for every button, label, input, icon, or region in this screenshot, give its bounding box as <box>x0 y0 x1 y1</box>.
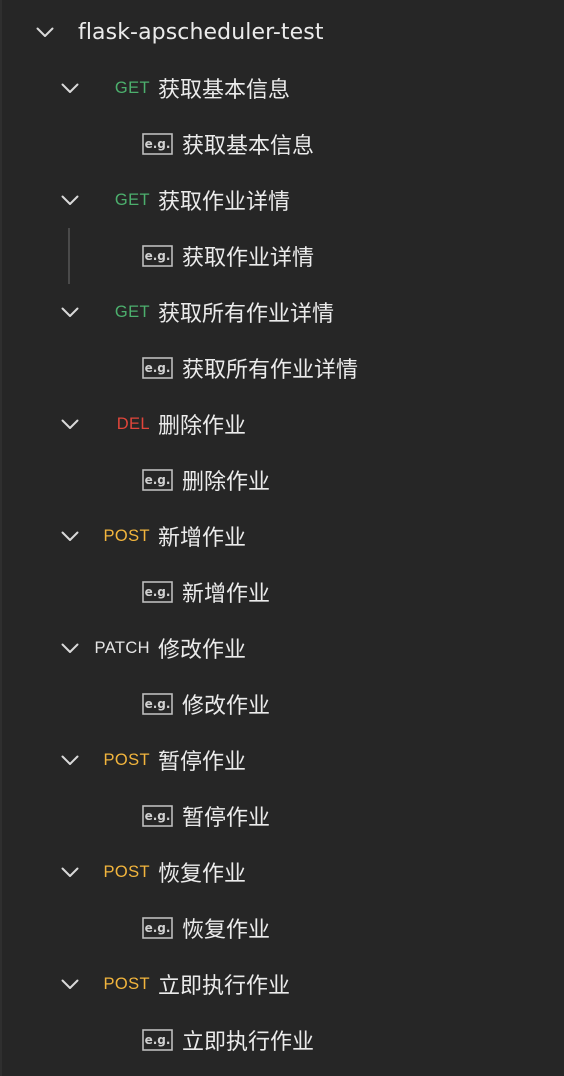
example-icon: e.g. <box>142 245 173 267</box>
example-badge-text: e.g. <box>145 249 171 263</box>
example-name: 暂停作业 <box>182 806 271 831</box>
method-badge: POST <box>103 750 150 769</box>
chevron-down-icon[interactable] <box>60 305 80 319</box>
collection-name: flask-apscheduler-test <box>78 19 324 45</box>
example-row[interactable]: e.g. 获取作业详情 <box>0 228 564 284</box>
chevron-down-icon[interactable] <box>60 417 80 431</box>
method-badge: GET <box>114 78 150 97</box>
request-row[interactable]: POST 新增作业 <box>0 508 564 564</box>
request-name: 新增作业 <box>158 526 247 551</box>
example-badge-text: e.g. <box>145 585 171 599</box>
chevron-down-icon[interactable] <box>60 193 80 207</box>
example-row[interactable]: e.g. 暂停作业 <box>0 788 564 844</box>
example-icon: e.g. <box>142 693 173 715</box>
example-name: 修改作业 <box>182 694 271 719</box>
example-name: 新增作业 <box>182 582 271 607</box>
example-row[interactable]: e.g. 立即执行作业 <box>0 1012 564 1068</box>
method-badge: POST <box>103 862 150 881</box>
example-badge-text: e.g. <box>145 809 171 823</box>
request-row[interactable]: GET 获取作业详情 <box>0 172 564 228</box>
example-badge-text: e.g. <box>145 137 171 151</box>
example-name: 获取基本信息 <box>182 134 315 159</box>
request-name: 获取基本信息 <box>158 78 291 103</box>
example-badge-text: e.g. <box>145 697 171 711</box>
example-icon: e.g. <box>142 357 173 379</box>
example-name: 恢复作业 <box>182 918 271 943</box>
request-row[interactable]: POST 立即执行作业 <box>0 956 564 1012</box>
example-icon: e.g. <box>142 917 173 939</box>
request-name: 删除作业 <box>158 414 247 439</box>
request-row[interactable]: POST 暂停作业 <box>0 732 564 788</box>
chevron-down-icon[interactable] <box>60 865 80 879</box>
request-name: 修改作业 <box>158 638 247 663</box>
example-name: 获取作业详情 <box>182 246 315 271</box>
request-name: 暂停作业 <box>158 750 247 775</box>
request-row[interactable]: POST 恢复作业 <box>0 844 564 900</box>
example-row[interactable]: e.g. 获取所有作业详情 <box>0 340 564 396</box>
chevron-down-icon[interactable] <box>60 977 80 991</box>
method-badge: POST <box>103 974 150 993</box>
collection-row[interactable]: flask-apscheduler-test <box>0 4 564 60</box>
method-badge: DEL <box>116 414 150 433</box>
request-name: 恢复作业 <box>158 862 247 887</box>
example-icon: e.g. <box>142 805 173 827</box>
example-icon: e.g. <box>142 469 173 491</box>
chevron-down-icon[interactable] <box>35 25 55 39</box>
request-name: 立即执行作业 <box>158 974 291 999</box>
example-name: 获取所有作业详情 <box>182 358 359 383</box>
method-badge: GET <box>114 302 150 321</box>
example-name: 删除作业 <box>182 470 271 495</box>
request-row[interactable]: DEL 删除作业 <box>0 396 564 452</box>
request-row[interactable]: GET 获取基本信息 <box>0 60 564 116</box>
example-badge-text: e.g. <box>145 1033 171 1047</box>
example-row[interactable]: e.g. 新增作业 <box>0 564 564 620</box>
example-icon: e.g. <box>142 581 173 603</box>
request-row[interactable]: PATCH 修改作业 <box>0 620 564 676</box>
request-name: 获取作业详情 <box>158 190 291 215</box>
method-badge: GET <box>114 190 150 209</box>
chevron-down-icon[interactable] <box>60 753 80 767</box>
example-badge-text: e.g. <box>145 473 171 487</box>
example-icon: e.g. <box>142 133 173 155</box>
request-row[interactable]: GET 获取所有作业详情 <box>0 284 564 340</box>
example-icon: e.g. <box>142 1029 173 1051</box>
method-badge: PATCH <box>94 638 150 657</box>
chevron-down-icon[interactable] <box>60 81 80 95</box>
example-row[interactable]: e.g. 修改作业 <box>0 676 564 732</box>
chevron-down-icon[interactable] <box>60 529 80 543</box>
request-name: 获取所有作业详情 <box>158 302 335 327</box>
example-row[interactable]: e.g. 恢复作业 <box>0 900 564 956</box>
example-row[interactable]: e.g. 删除作业 <box>0 452 564 508</box>
example-row[interactable]: e.g. 获取基本信息 <box>0 116 564 172</box>
method-badge: POST <box>103 526 150 545</box>
example-badge-text: e.g. <box>145 921 171 935</box>
indent-guide <box>68 228 70 284</box>
example-badge-text: e.g. <box>145 361 171 375</box>
chevron-down-icon[interactable] <box>60 641 80 655</box>
example-name: 立即执行作业 <box>182 1030 315 1055</box>
